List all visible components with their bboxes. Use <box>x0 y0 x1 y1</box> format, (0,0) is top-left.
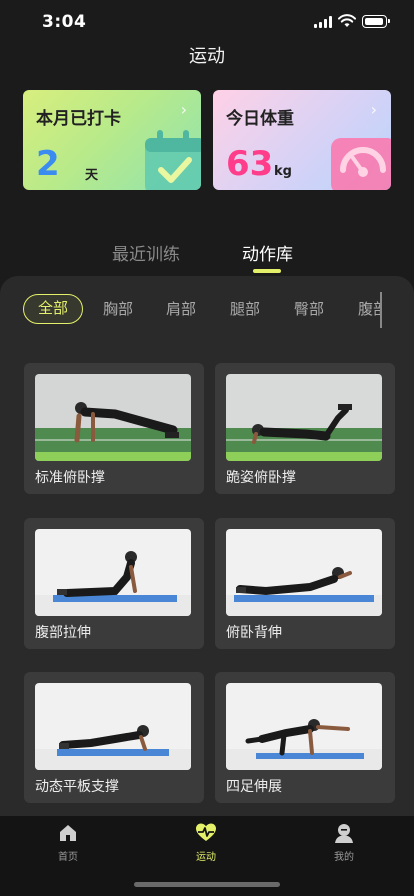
status-time: 3:04 <box>42 12 87 32</box>
weight-unit: kg <box>274 164 292 179</box>
checkin-card[interactable]: 本月已打卡 › 2 天 <box>23 90 201 190</box>
chevron-right-icon: › <box>370 100 377 119</box>
exercise-card[interactable]: 腹部拉伸 <box>24 518 204 649</box>
calendar-check-icon <box>145 130 201 190</box>
exercise-image <box>226 374 382 461</box>
filter-chip-shoulder[interactable]: 肩部 <box>166 294 196 324</box>
exercise-image <box>35 529 191 616</box>
filter-chip-legs[interactable]: 腿部 <box>230 294 260 324</box>
category-filter-bar[interactable]: 全部 胸部 肩部 腿部 臀部 腹部 <box>0 292 414 328</box>
exercise-image <box>226 683 382 770</box>
wifi-icon <box>338 14 356 27</box>
tab-active-indicator <box>253 269 281 273</box>
exercise-name: 四足伸展 <box>226 779 282 795</box>
tabbar-item-sport[interactable]: 运动 <box>176 822 236 863</box>
weight-card[interactable]: 今日体重 › 63 kg <box>213 90 391 190</box>
exercise-card[interactable]: 动态平板支撑 <box>24 672 204 803</box>
exercise-card[interactable]: 标准俯卧撑 <box>24 363 204 494</box>
status-bar: 3:04 <box>0 0 414 44</box>
filter-chip-all[interactable]: 全部 <box>23 294 83 324</box>
filter-chip-glutes[interactable]: 臀部 <box>294 294 324 324</box>
tabbar-item-profile[interactable]: 我的 <box>314 822 374 863</box>
weight-value: 63 <box>226 144 274 184</box>
tabbar-label-home: 首页 <box>58 852 78 863</box>
exercise-name: 标准俯卧撑 <box>35 470 105 486</box>
exercise-image <box>35 374 191 461</box>
weight-title: 今日体重 <box>226 109 294 129</box>
chevron-right-icon: › <box>180 100 187 119</box>
tabbar-item-home[interactable]: 首页 <box>38 822 98 863</box>
checkin-value: 2 <box>36 144 60 184</box>
tabbar-label-sport: 运动 <box>196 852 216 863</box>
cellular-signal-icon <box>314 16 334 28</box>
profile-icon <box>335 824 353 843</box>
scroll-divider <box>380 292 382 328</box>
exercise-library-panel: 全部 胸部 肩部 腿部 臀部 腹部 标准俯卧撑 <box>0 276 414 816</box>
filter-chip-abs[interactable]: 腹部 <box>358 294 380 324</box>
exercise-name: 跪姿俯卧撑 <box>226 470 296 486</box>
pulse-heart-icon <box>196 823 216 841</box>
checkin-unit: 天 <box>85 168 99 183</box>
checkin-title: 本月已打卡 <box>36 109 121 129</box>
battery-icon <box>362 15 390 28</box>
tabbar-label-profile: 我的 <box>334 852 354 863</box>
exercise-name: 动态平板支撑 <box>35 779 119 795</box>
exercise-name: 腹部拉伸 <box>35 625 91 641</box>
tab-recent-training[interactable]: 最近训练 <box>112 240 180 265</box>
home-icon <box>60 825 76 841</box>
page-title: 运动 <box>189 46 225 67</box>
exercise-name: 俯卧背伸 <box>226 625 282 641</box>
scale-gauge-icon <box>331 138 391 190</box>
tab-exercise-library[interactable]: 动作库 <box>242 240 293 265</box>
exercise-card[interactable]: 四足伸展 <box>215 672 395 803</box>
exercise-card[interactable]: 跪姿俯卧撑 <box>215 363 395 494</box>
filter-chip-chest[interactable]: 胸部 <box>103 294 133 324</box>
exercise-image <box>226 529 382 616</box>
exercise-card[interactable]: 俯卧背伸 <box>215 518 395 649</box>
exercise-image <box>35 683 191 770</box>
home-indicator <box>134 882 280 887</box>
